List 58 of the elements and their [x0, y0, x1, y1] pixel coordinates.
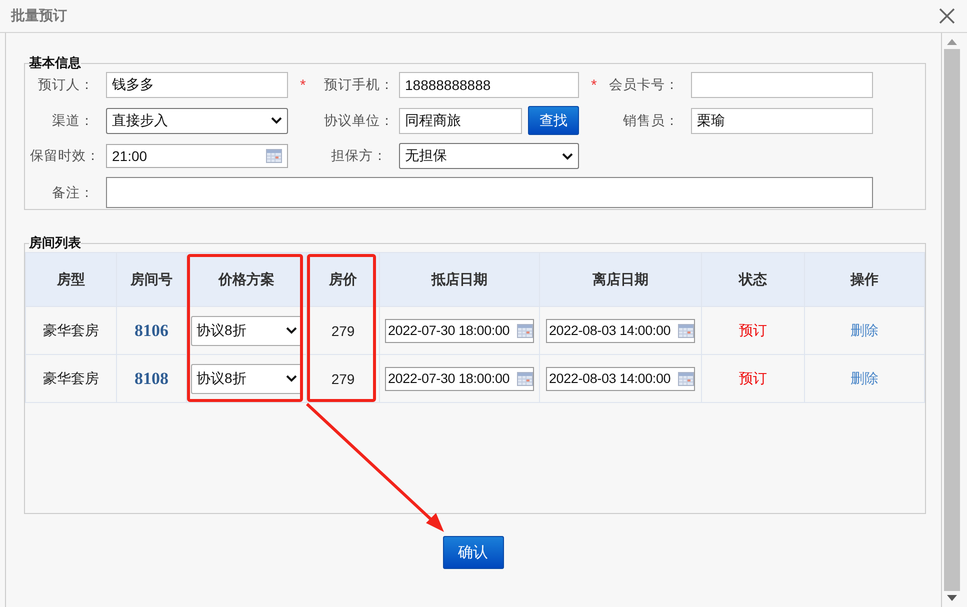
- status-text: 预订: [702, 354, 804, 402]
- notes-field[interactable]: [106, 177, 873, 208]
- dropdown[interactable]: 直接步入: [106, 108, 288, 134]
- field-label: 协议单位：: [324, 112, 395, 130]
- dropdown[interactable]: 协议8折: [190, 316, 302, 346]
- scrollbar-thumb[interactable]: [944, 49, 960, 591]
- dropdown[interactable]: 协议8折: [190, 364, 302, 394]
- column-header: 操作: [804, 252, 924, 306]
- column-header: 抵店日期: [380, 252, 540, 306]
- column-header: 房型: [26, 252, 116, 306]
- field-label: 备注：: [51, 184, 95, 202]
- calendar-icon[interactable]: [266, 149, 282, 163]
- room-number: 8108: [116, 354, 186, 402]
- section-title: 基本信息: [29, 54, 81, 72]
- calendar-icon[interactable]: [517, 324, 533, 338]
- close-icon[interactable]: [939, 8, 955, 24]
- date-field[interactable]: 2022-08-03 14:00:00: [546, 366, 695, 390]
- section-title: 房间列表: [29, 234, 81, 252]
- required-mark: *: [591, 76, 597, 94]
- chevron-down-icon: [562, 152, 573, 160]
- calendar-icon[interactable]: [517, 372, 533, 386]
- date-field[interactable]: 2022-08-03 14:00:00: [546, 318, 695, 342]
- field-label: 预订人：: [37, 76, 95, 94]
- date-field[interactable]: 2022-07-30 18:00:00: [385, 318, 534, 342]
- table-cell: 豪华套房: [26, 306, 116, 354]
- column-header: 状态: [702, 252, 804, 306]
- text-field[interactable]: [691, 72, 873, 98]
- calendar-icon[interactable]: [678, 324, 694, 338]
- required-mark: *: [300, 76, 306, 94]
- window-title: 批量预订: [11, 7, 67, 25]
- text-field[interactable]: 同程商旅: [399, 108, 522, 134]
- date-field[interactable]: 2022-07-30 18:00:00: [385, 366, 534, 390]
- field-label: 担保方：: [330, 147, 388, 165]
- scroll-up-icon[interactable]: [947, 39, 957, 45]
- dropdown[interactable]: 无担保: [399, 143, 579, 169]
- delete-link[interactable]: 删除: [850, 322, 878, 338]
- column-header: 离店日期: [540, 252, 702, 306]
- column-header: 房间号: [116, 252, 186, 306]
- scroll-down-icon[interactable]: [947, 595, 957, 601]
- delete-link[interactable]: 删除: [850, 370, 878, 386]
- confirm-button[interactable]: 确认: [442, 536, 504, 569]
- status-text: 预订: [702, 306, 804, 354]
- calendar-icon[interactable]: [678, 372, 694, 386]
- text-field[interactable]: 钱多多: [106, 72, 288, 98]
- field-label: 保留时效：: [30, 147, 101, 165]
- text-field[interactable]: 栗瑜: [691, 108, 873, 134]
- field-label: 预订手机：: [324, 76, 395, 94]
- chevron-down-icon: [286, 375, 296, 382]
- field-label: 渠道：: [51, 112, 95, 130]
- search-button[interactable]: 查找: [528, 106, 579, 135]
- chevron-down-icon: [286, 327, 296, 334]
- text-field[interactable]: 18888888888: [399, 72, 579, 98]
- time-field[interactable]: 21:00: [106, 144, 288, 168]
- field-label: 销售员：: [622, 112, 680, 130]
- table-cell: 豪华套房: [26, 354, 116, 402]
- chevron-down-icon: [271, 117, 282, 124]
- room-number: 8106: [116, 306, 186, 354]
- field-label: 会员卡号：: [609, 76, 680, 94]
